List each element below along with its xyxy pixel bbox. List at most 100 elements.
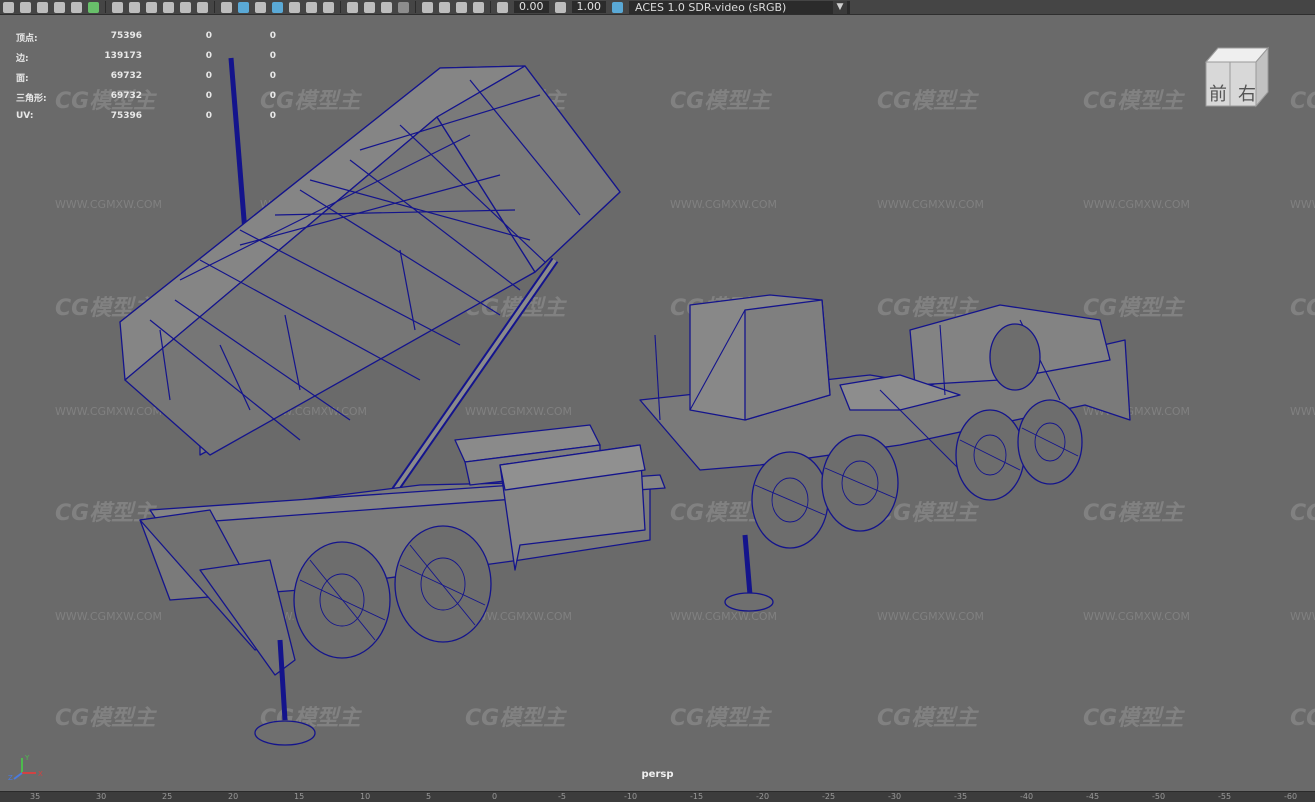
stat-label: UV: [16, 111, 34, 121]
isolate-select-icon[interactable] [422, 1, 433, 13]
gamma-field[interactable]: 1.00 [571, 1, 606, 13]
stat-value: 75396 [110, 31, 142, 41]
stat-value: 69732 [110, 91, 142, 101]
watermark-url: WWW.CGMXW.COM [877, 198, 984, 211]
stat-value: 75396 [110, 111, 142, 121]
stabiliser-pad-rear [724, 592, 774, 612]
watermark-logo: CG模型主 [55, 706, 157, 731]
stabiliser-pad-front [254, 720, 316, 746]
watermark-logo: CG模型主 [1290, 501, 1315, 526]
gamma-icon[interactable] [554, 1, 566, 13]
ruler-tick: 5 [426, 792, 432, 801]
toolbar-separator [415, 1, 416, 13]
ruler-tick: -45 [1086, 792, 1100, 801]
camera-select-icon[interactable] [3, 1, 14, 13]
lights-icon[interactable] [306, 1, 317, 13]
ruler-tick: -5 [558, 792, 566, 801]
xray-joints-icon[interactable] [473, 1, 484, 13]
viewcube-right-face[interactable]: 右 [1238, 80, 1256, 106]
bookmark-icon[interactable] [37, 1, 48, 13]
grease-pencil-icon[interactable] [88, 1, 99, 13]
viewport-canvas: CG模型主 WWW.CGMXW.COM CG模型主 WWW.CGMXW.COM CG模型… [55, 46, 1315, 746]
toolbar-separator [340, 1, 341, 13]
smooth-shade-icon[interactable] [238, 1, 249, 13]
watermark-logo: CG模型主 [877, 706, 979, 731]
exposure-icon[interactable] [497, 1, 508, 13]
grid-icon[interactable] [112, 1, 123, 13]
field-chart-icon[interactable] [180, 1, 191, 13]
stat-label: 三角形: [16, 94, 47, 104]
viewcube-labels[interactable]: 前 右 [1204, 63, 1268, 121]
stat-row: 面: 69732 0 0 [16, 71, 276, 91]
stat-row: 三角形: 69732 0 0 [16, 91, 276, 111]
color-management-dropdown[interactable]: ACES 1.0 SDR-video (sRGB) ▼ [629, 0, 850, 14]
ambient-occlusion-icon[interactable] [347, 1, 358, 13]
stat-value: 0 [205, 51, 212, 61]
toolbar-separator [490, 1, 491, 13]
anti-aliasing-icon[interactable] [381, 1, 392, 13]
image-plane-icon[interactable] [54, 1, 65, 13]
watermark-url: WWW.CGMXW.COM [55, 610, 162, 623]
gate-mask-icon[interactable] [163, 1, 174, 13]
time-slider-ruler[interactable]: 35 30 25 20 15 10 5 0 -5 -10 -15 -20 -25 -30 -35 -40 -45… [0, 791, 1315, 802]
watermark-url: WWW.CGMXW.COM [55, 198, 162, 211]
watermark-logo: CG模型主 [1290, 89, 1315, 114]
stat-label: 边: [16, 54, 29, 64]
viewport-toolbar: 0.00 1.00 ACES 1.0 SDR-video (sRGB) ▼ [0, 0, 1315, 15]
stat-label: 顶点: [16, 34, 38, 44]
xray-icon[interactable] [439, 1, 450, 13]
wireframe-on-shaded-icon[interactable] [272, 1, 283, 13]
resolution-gate-icon[interactable] [146, 1, 157, 13]
ruler-tick: 30 [96, 792, 107, 801]
color-management-value: ACES 1.0 SDR-video (sRGB) [635, 0, 787, 14]
ruler-tick: 20 [228, 792, 239, 801]
ruler-tick: -50 [1152, 792, 1166, 801]
film-gate-icon[interactable] [129, 1, 140, 13]
stat-value: 0 [205, 31, 212, 41]
motion-blur-icon[interactable] [364, 1, 375, 13]
ruler-tick: -10 [624, 792, 638, 801]
camera-name-label: persp [641, 769, 674, 780]
wheel [394, 525, 492, 643]
axis-y-label: Y [24, 754, 30, 762]
3d-viewport[interactable]: CG模型主 WWW.CGMXW.COM CG模型主 WWW.CGMXW.COM CG模型… [0, 15, 1315, 791]
ruler-tick: 10 [360, 792, 371, 801]
watermark-url: WWW.CGMXW.COM [670, 198, 777, 211]
textured-icon[interactable] [289, 1, 300, 13]
patriot-launcher-model[interactable] [119, 57, 1131, 746]
2d-pan-icon[interactable] [71, 1, 82, 13]
stat-row: UV: 75396 0 0 [16, 111, 276, 131]
watermark-url: WWW.CGMXW.COM [1290, 405, 1315, 418]
default-material-icon[interactable] [255, 1, 266, 13]
ruler-tick: -55 [1218, 792, 1232, 801]
stat-label: 面: [16, 74, 29, 84]
watermark-logo: CG模型主 [1083, 89, 1185, 114]
depth-of-field-icon[interactable] [398, 1, 409, 13]
shadows-icon[interactable] [323, 1, 334, 13]
xray-active-icon[interactable] [456, 1, 467, 13]
watermark-url: WWW.CGMXW.COM [670, 610, 777, 623]
ruler-tick: -60 [1284, 792, 1298, 801]
watermark-logo: CG模型主 [1083, 706, 1185, 731]
camera-attributes-icon[interactable] [20, 1, 31, 13]
watermark-url: WWW.CGMXW.COM [1083, 198, 1190, 211]
color-management-icon[interactable] [612, 1, 623, 13]
ruler-tick: -15 [690, 792, 704, 801]
safe-action-icon[interactable] [197, 1, 208, 13]
watermark-url: WWW.CGMXW.COM [1083, 610, 1190, 623]
exposure-field[interactable]: 0.00 [514, 1, 549, 13]
heads-up-poly-count: 顶点: 75396 0 0 边: 139173 0 0 面: 69732 0 0 三角形: 69732 0 0… [16, 31, 276, 131]
watermark-url: WWW.CGMXW.COM [877, 610, 984, 623]
stat-value: 0 [205, 71, 212, 81]
watermark-url: WWW.CGMXW.COM [465, 405, 572, 418]
watermark-url: WWW.CGMXW.COM [55, 405, 162, 418]
viewcube-front-face[interactable]: 前 [1209, 80, 1227, 106]
ruler-tick: -30 [888, 792, 902, 801]
wireframe-icon[interactable] [221, 1, 232, 13]
ruler-tick: -20 [756, 792, 770, 801]
stat-value: 0 [269, 51, 276, 61]
ruler-tick: 15 [294, 792, 305, 801]
stat-value: 139173 [104, 51, 142, 61]
watermark-logo: CG模型主 [670, 706, 772, 731]
stabiliser-leg-rear [742, 534, 753, 596]
